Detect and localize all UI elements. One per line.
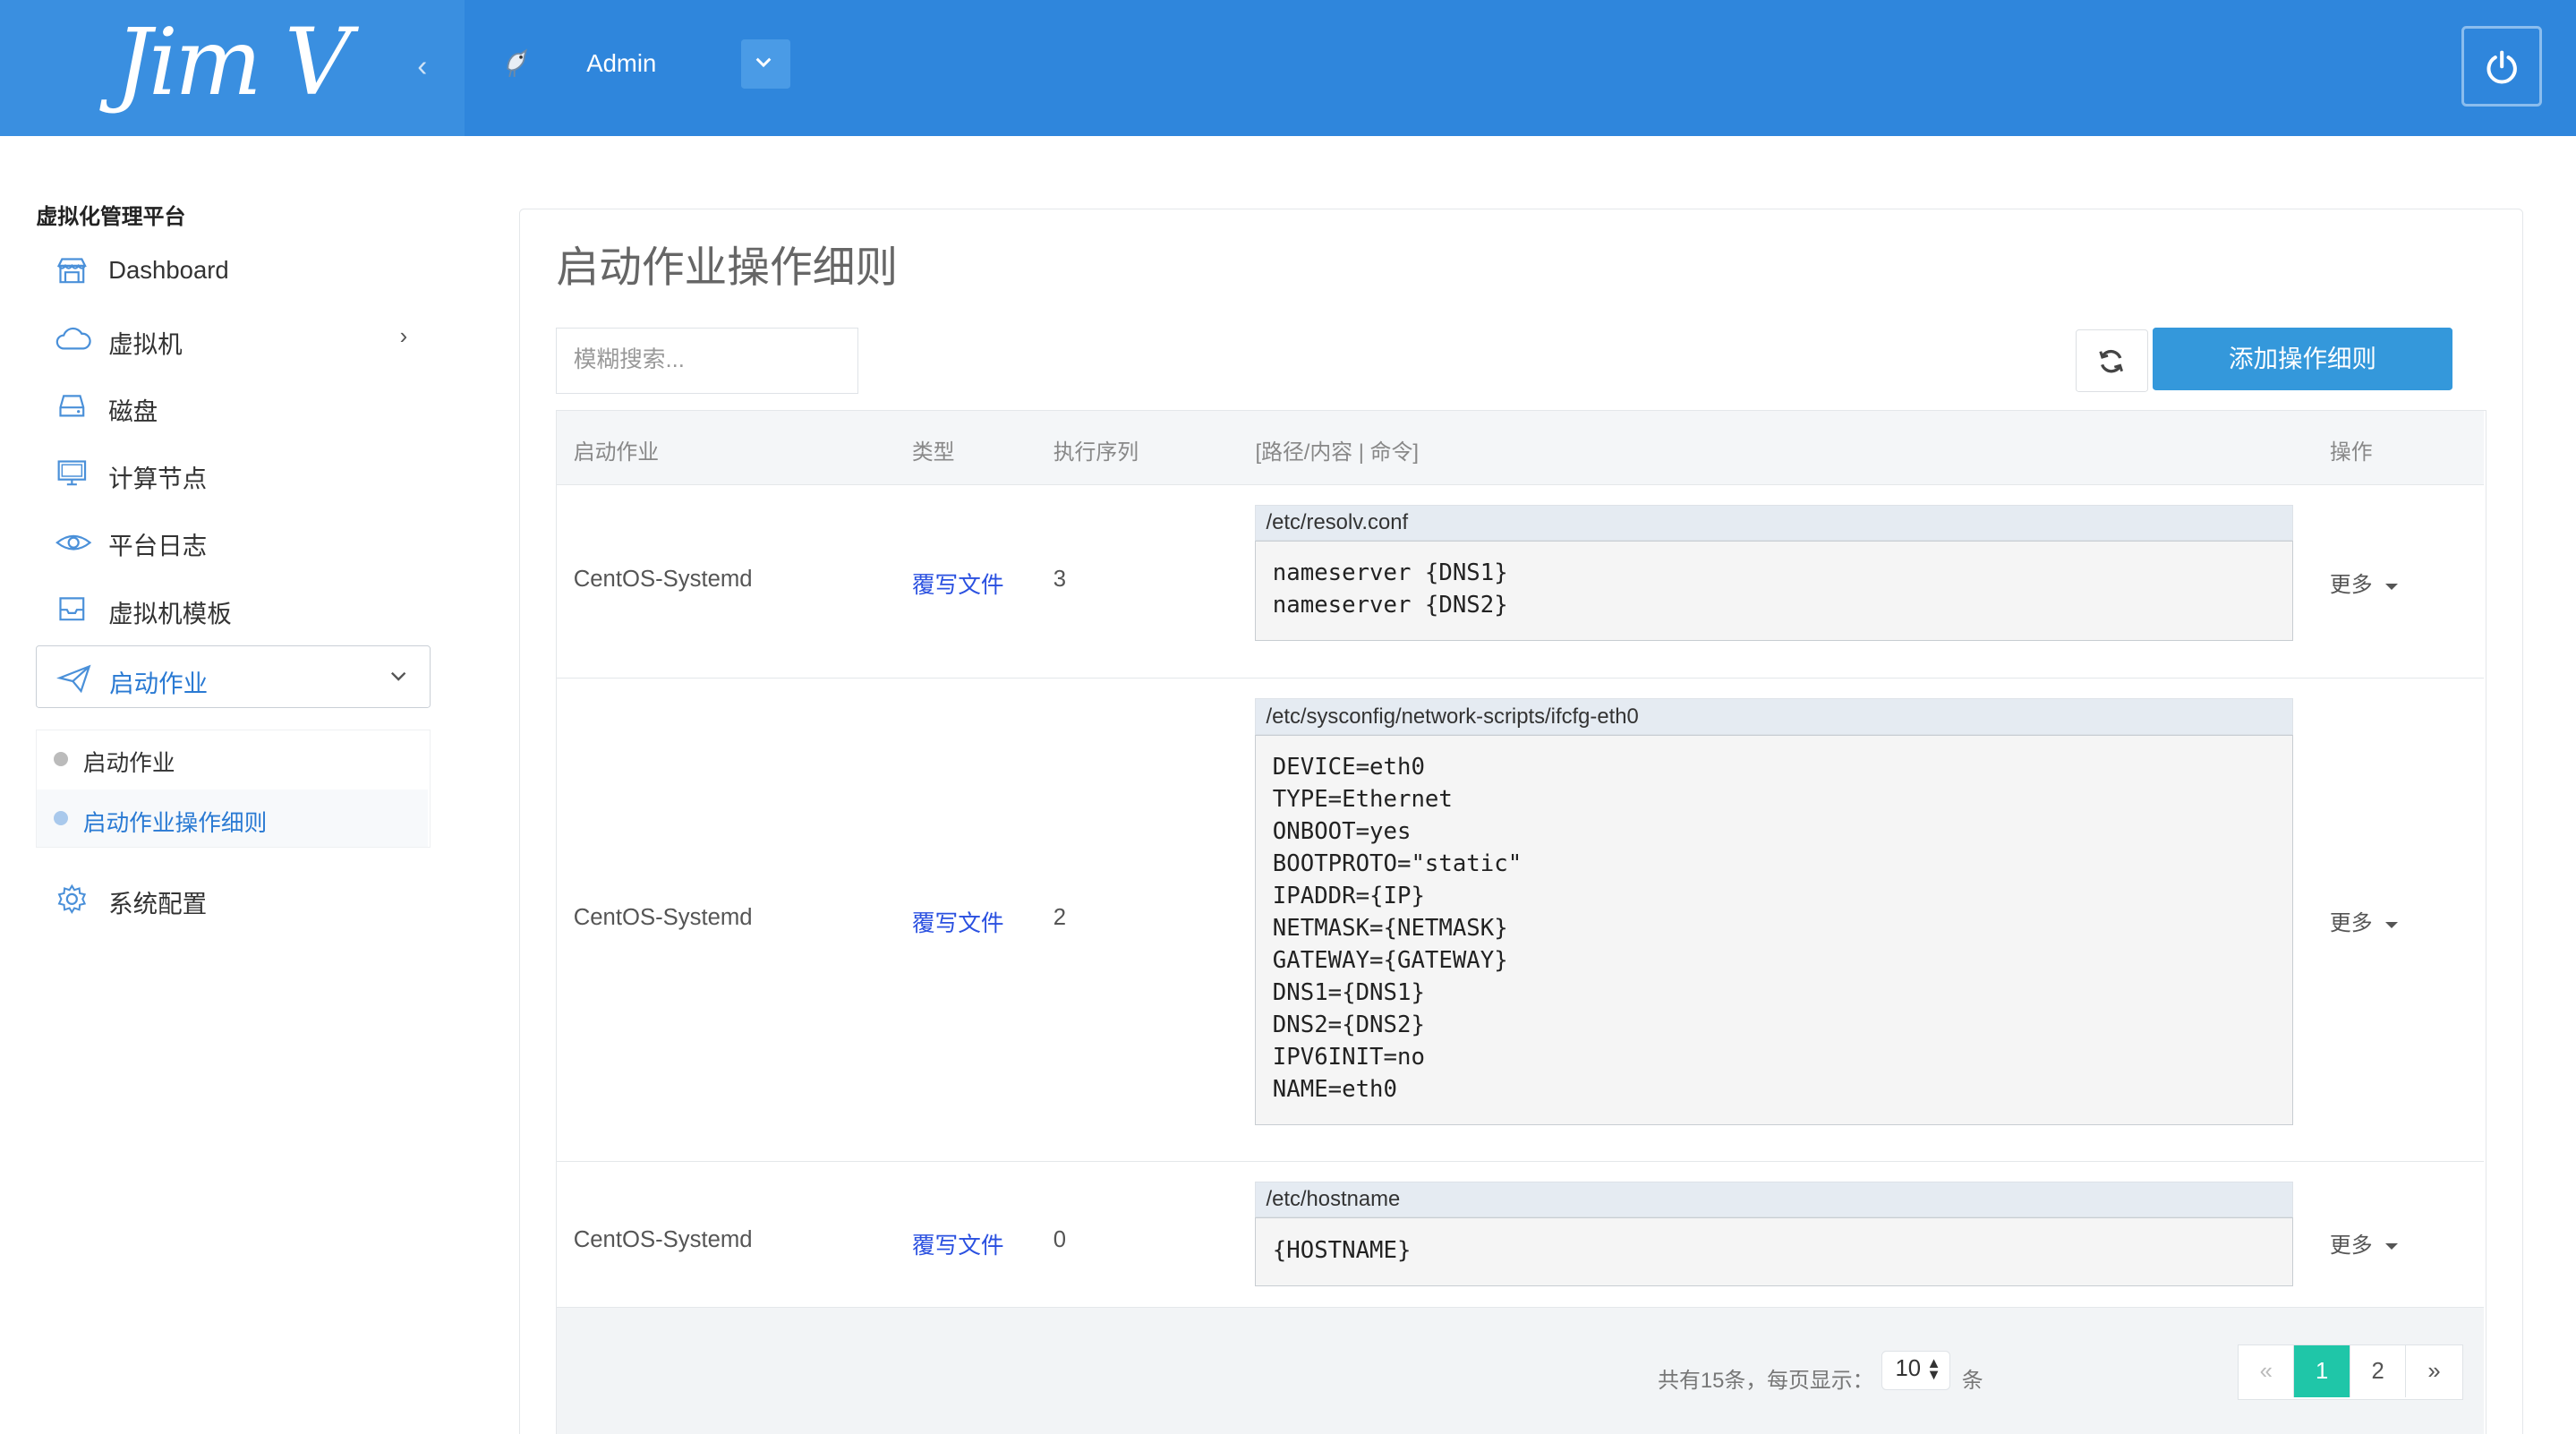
- table-footer: 共有15条，每页显示： 10 ▲ ▼ 条 « 1 2 »: [557, 1308, 2485, 1434]
- eye-icon: [55, 525, 92, 565]
- user-name[interactable]: Admin: [586, 49, 656, 78]
- stepper-arrows-icon: ▲ ▼: [1926, 1355, 1941, 1384]
- sidebar-title: 虚拟化管理平台: [36, 205, 186, 230]
- table-row: CentOS-Systemd 覆写文件 3 /etc/resolv.conf n…: [557, 485, 2485, 679]
- more-dropdown[interactable]: 更多: [2329, 1227, 2399, 1259]
- gear-icon: [55, 883, 89, 923]
- table-row: CentOS-Systemd 覆写文件 2 /etc/sysconfig/net…: [557, 679, 2485, 1162]
- caret-down-icon: [2385, 583, 2399, 590]
- chevron-down-icon: [390, 663, 406, 689]
- path-label: /etc/sysconfig/network-scripts/ifcfg-eth…: [1255, 698, 2294, 735]
- sidebar-subitem-label: 启动作业: [82, 751, 175, 777]
- sequence-cell: 3: [1053, 567, 1066, 593]
- column-header-content[interactable]: [路径/内容 | 命令]: [1255, 434, 1419, 465]
- pagination: « 1 2 »: [2238, 1344, 2463, 1400]
- content-block: {HOSTNAME}: [1255, 1217, 2294, 1287]
- search-input[interactable]: [556, 328, 859, 394]
- page-prev-button[interactable]: «: [2239, 1344, 2295, 1398]
- sidebar-subitem-boot-job[interactable]: 启动作业: [37, 730, 428, 788]
- page-2-button[interactable]: 2: [2350, 1344, 2407, 1398]
- sidebar: 虚拟化管理平台 Dashboard 虚拟机 › 磁盘 计算节点 平台日志 虚拟机…: [0, 136, 465, 1434]
- store-icon: [55, 254, 89, 294]
- job-cell: CentOS-Systemd: [573, 1227, 753, 1253]
- logo[interactable]: Jim V: [115, 6, 351, 121]
- monitor-icon: [55, 457, 89, 497]
- chevron-left-icon[interactable]: ‹: [417, 49, 427, 83]
- sidebar-item-label: Dashboard: [108, 256, 229, 285]
- sidebar-subitem-boot-job-rules[interactable]: 启动作业操作细则: [37, 790, 429, 848]
- more-dropdown[interactable]: 更多: [2329, 567, 2399, 598]
- table-row: CentOS-Systemd 覆写文件 0 /etc/hostname {HOS…: [557, 1162, 2485, 1309]
- column-header-type[interactable]: 类型: [912, 434, 955, 465]
- job-cell: CentOS-Systemd: [573, 905, 753, 931]
- logo-area: Jim V ‹: [0, 0, 465, 137]
- job-cell: CentOS-Systemd: [573, 567, 753, 593]
- sidebar-item-label: 系统配置: [108, 890, 208, 918]
- column-header-sequence[interactable]: 执行序列: [1053, 434, 1139, 465]
- type-link[interactable]: 覆写文件: [912, 1227, 1004, 1260]
- sidebar-item-label: 虚拟机: [108, 329, 183, 358]
- type-link[interactable]: 覆写文件: [912, 905, 1004, 938]
- power-icon: [2486, 50, 2517, 84]
- chevron-down-icon: [756, 58, 772, 68]
- sidebar-item-dashboard[interactable]: Dashboard: [36, 240, 431, 303]
- more-label: 更多: [2329, 573, 2373, 598]
- sidebar-subitem-label: 启动作业操作细则: [82, 810, 268, 836]
- refresh-button[interactable]: [2076, 329, 2148, 392]
- path-label: /etc/hostname: [1255, 1181, 2294, 1218]
- sidebar-submenu: 启动作业 启动作业操作细则: [36, 729, 431, 849]
- content-block: DEVICE=eth0 TYPE=Ethernet ONBOOT=yes BOO…: [1255, 734, 2294, 1126]
- bird-avatar-icon: [507, 48, 527, 78]
- bullet-icon: [53, 751, 69, 767]
- page-size-select[interactable]: 10 ▲ ▼: [1881, 1350, 1950, 1390]
- sidebar-item-label: 启动作业: [109, 669, 209, 697]
- caret-down-icon: [2385, 921, 2399, 928]
- paper-plane-icon: [56, 662, 92, 702]
- column-header-job[interactable]: 启动作业: [574, 434, 659, 465]
- page-title: 启动作业操作细则: [556, 243, 899, 292]
- more-dropdown[interactable]: 更多: [2329, 905, 2399, 936]
- page-size-unit: 条: [1961, 1368, 1983, 1393]
- avatar: [501, 46, 534, 81]
- main-content: 启动作业操作细则 添加操作细则 启动作业 类型 执行序列 [路径/内容 | 命令…: [465, 136, 2576, 1434]
- content-block: nameserver {DNS1} nameserver {DNS2}: [1255, 541, 2294, 641]
- sidebar-item-boot-job[interactable]: 启动作业: [36, 645, 431, 709]
- cloud-icon: [55, 322, 92, 363]
- content-panel: 启动作业操作细则 添加操作细则 启动作业 类型 执行序列 [路径/内容 | 命令…: [519, 209, 2524, 1434]
- sidebar-item-vm-template[interactable]: 虚拟机模板: [36, 576, 431, 639]
- more-label: 更多: [2329, 911, 2373, 936]
- logout-button[interactable]: [2461, 26, 2542, 107]
- total-count-text: 共有15条，每页显示：: [1658, 1368, 1874, 1393]
- table-header: 启动作业 类型 执行序列 [路径/内容 | 命令] 操作: [557, 411, 2485, 485]
- refresh-icon: [2099, 350, 2124, 373]
- type-link[interactable]: 覆写文件: [912, 567, 1004, 600]
- page-size-value: 10: [1895, 1356, 1922, 1382]
- caret-down-icon: [2385, 1243, 2399, 1250]
- user-dropdown-button[interactable]: [740, 39, 790, 90]
- bullet-icon: [53, 810, 69, 826]
- sequence-cell: 0: [1053, 1227, 1066, 1253]
- sequence-cell: 2: [1053, 905, 1066, 931]
- more-label: 更多: [2329, 1233, 2373, 1259]
- rules-table: 启动作业 类型 执行序列 [路径/内容 | 命令] 操作 CentOS-Syst…: [556, 410, 2487, 1434]
- page-1-button[interactable]: 1: [2294, 1344, 2350, 1398]
- chevron-right-icon: ›: [399, 323, 408, 349]
- sidebar-item-compute-node[interactable]: 计算节点: [36, 442, 431, 505]
- sidebar-item-label: 磁盘: [108, 397, 158, 425]
- top-bar: Jim V ‹ Admin: [0, 0, 2576, 137]
- sidebar-item-system-config[interactable]: 系统配置: [36, 867, 431, 930]
- inbox-icon: [55, 592, 89, 632]
- sidebar-item-platform-log[interactable]: 平台日志: [36, 509, 431, 572]
- add-rule-button[interactable]: 添加操作细则: [2153, 328, 2452, 390]
- sidebar-item-label: 计算节点: [108, 465, 208, 493]
- sidebar-item-label: 虚拟机模板: [108, 599, 232, 627]
- sidebar-item-label: 平台日志: [108, 532, 208, 560]
- sidebar-item-disk[interactable]: 磁盘: [36, 374, 431, 437]
- column-header-action[interactable]: 操作: [2330, 434, 2373, 465]
- hard-drive-icon: [55, 389, 89, 430]
- sidebar-item-vm[interactable]: 虚拟机 ›: [36, 307, 431, 370]
- path-label: /etc/resolv.conf: [1255, 504, 2294, 541]
- page-next-button[interactable]: »: [2406, 1345, 2461, 1398]
